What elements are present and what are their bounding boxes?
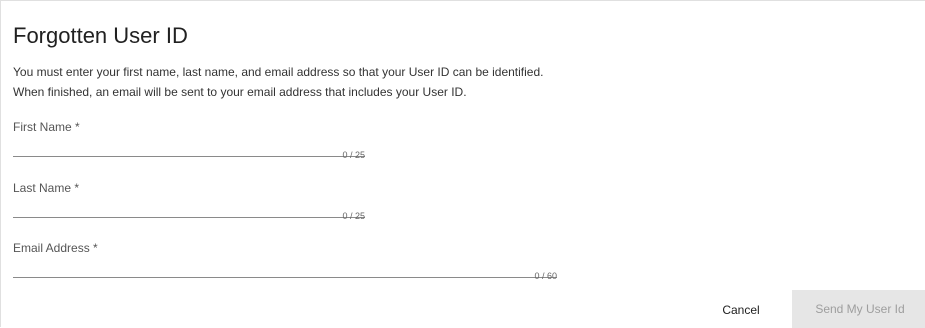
email-address-char-counter: 0 / 60 (534, 271, 557, 281)
dialog-title: Forgotten User ID (13, 23, 188, 48)
last-name-label: Last Name * (13, 181, 80, 195)
dialog-description-line-1: You must enter your first name, last nam… (13, 65, 544, 79)
email-address-label: Email Address * (13, 241, 98, 255)
send-my-user-id-button[interactable]: Send My User Id (792, 290, 925, 328)
first-name-char-counter: 0 / 25 (342, 150, 365, 160)
first-name-label: First Name * (13, 120, 80, 134)
dialog-description-line-2: When finished, an email will be sent to … (13, 85, 467, 99)
cancel-button[interactable]: Cancel (709, 297, 773, 323)
last-name-char-counter: 0 / 25 (342, 211, 365, 221)
email-address-input[interactable] (13, 256, 557, 278)
forgotten-user-id-dialog: Forgotten User ID You must enter your fi… (0, 0, 925, 328)
